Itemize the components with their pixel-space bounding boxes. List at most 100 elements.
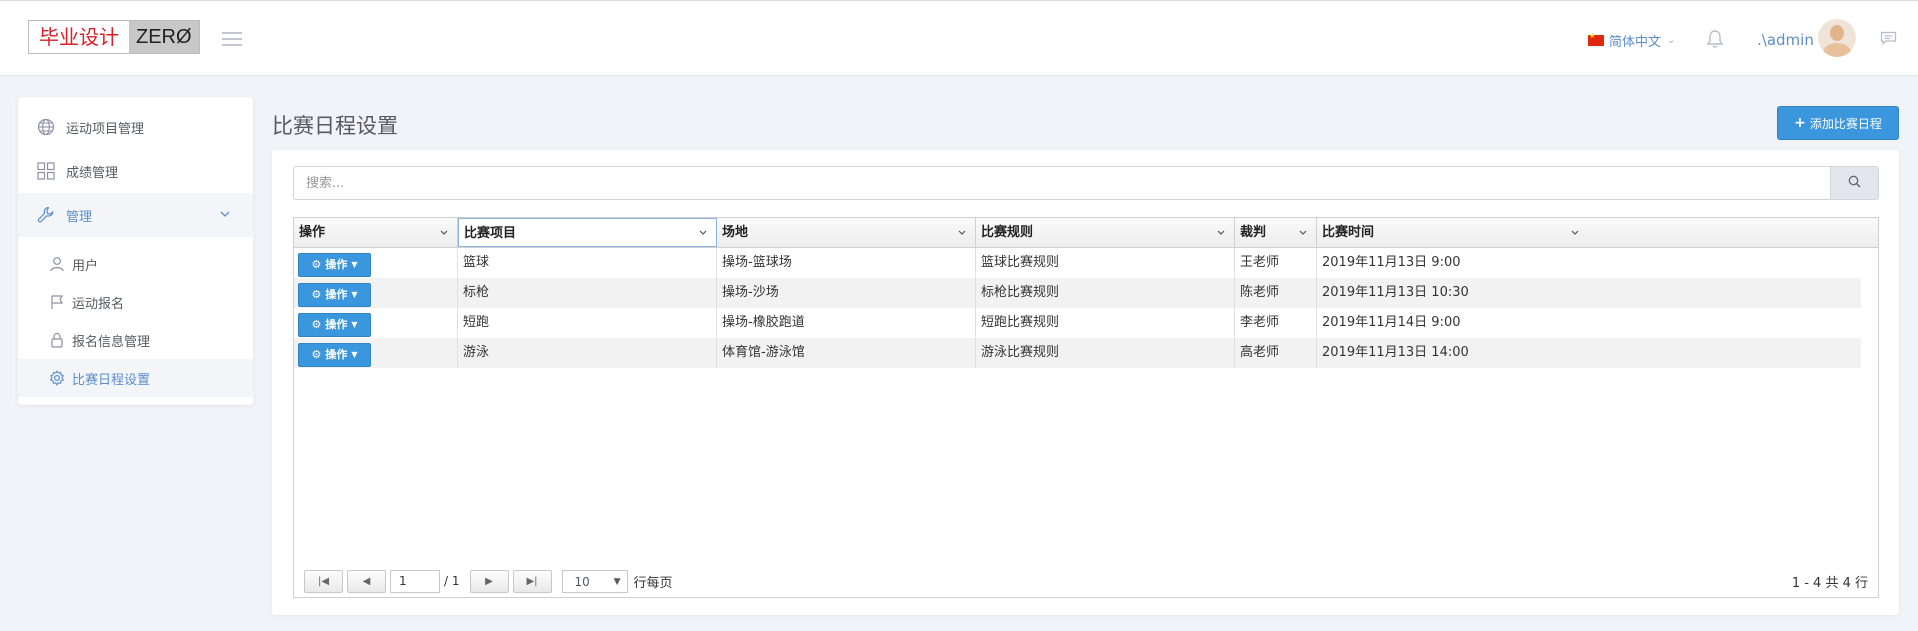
chat-icon[interactable] <box>1880 31 1897 45</box>
first-page-icon: |◀ <box>317 575 330 587</box>
gear-icon <box>48 369 66 387</box>
sidebar-subitem-label: 比赛日程设置 <box>72 372 151 388</box>
sidebar-subitem-label: 用户 <box>72 258 99 274</box>
cell-event: 篮球 <box>458 248 717 278</box>
column-header-rules[interactable]: 比赛规则 <box>976 218 1235 247</box>
logo-text-en: ZERØ <box>129 21 199 53</box>
search-bar <box>293 166 1879 200</box>
caret-down-icon: ▼ <box>351 320 358 329</box>
table-row: ⚙ 操作 ▼ 游泳 体育馆-游泳馆 游泳比赛规则 高老师 2019年11月13日 1… <box>294 338 1861 368</box>
cell-time: 2019年11月13日 14:00 <box>1322 345 1469 360</box>
sidebar-item-label: 成绩管理 <box>66 165 119 181</box>
prev-page-button[interactable]: ◀ <box>347 569 386 593</box>
sidebar-item-scores[interactable]: 成绩管理 <box>18 149 253 193</box>
sidebar-subitem-label: 报名信息管理 <box>72 334 151 350</box>
cell-time: 2019年11月13日 9:00 <box>1322 255 1461 270</box>
cell-rules: 标枪比赛规则 <box>976 278 1235 308</box>
cell-venue: 体育馆-游泳馆 <box>717 338 976 368</box>
record-summary: 1 - 4 共 4 行 <box>1791 576 1868 591</box>
last-page-button[interactable]: ▶| <box>512 569 552 593</box>
cell-time: 2019年11月13日 10:30 <box>1322 285 1469 300</box>
column-header-referee[interactable]: 裁判 <box>1235 218 1317 247</box>
cell-rules: 短跑比赛规则 <box>976 308 1235 338</box>
sidebar-subitem-registration[interactable]: 运动报名 <box>18 283 253 321</box>
search-button[interactable] <box>1830 166 1879 200</box>
caret-down-icon: ▼ <box>351 260 358 269</box>
sidebar-item-management[interactable]: 管理 <box>18 193 253 237</box>
cell-referee: 王老师 <box>1235 248 1317 278</box>
add-schedule-button[interactable]: + 添加比赛日程 <box>1777 106 1899 140</box>
gear-icon: ⚙ <box>311 288 322 301</box>
cell-venue: 操场-橡胶跑道 <box>717 308 976 338</box>
table-row: ⚙ 操作 ▼ 标枪 操场-沙场 标枪比赛规则 陈老师 2019年11月13日 10:… <box>294 278 1861 308</box>
first-page-button[interactable]: |◀ <box>304 569 343 593</box>
row-action-button[interactable]: ⚙ 操作 ▼ <box>298 313 371 337</box>
logo[interactable]: 毕业设计 ZERØ <box>28 20 200 54</box>
next-page-button[interactable]: ▶ <box>469 569 509 593</box>
caret-down-icon: ▼ <box>351 350 358 359</box>
table-row: ⚙ 操作 ▼ 篮球 操场-篮球场 篮球比赛规则 王老师 2019年11月13日 9:… <box>294 248 1861 278</box>
last-page-icon: ▶| <box>526 575 538 587</box>
cell-referee: 李老师 <box>1235 308 1317 338</box>
caret-down-icon: ▼ <box>351 290 358 299</box>
globe-icon <box>36 117 56 137</box>
lock-icon <box>48 331 66 349</box>
sidebar-subitem-label: 运动报名 <box>72 296 125 312</box>
per-page-label: 行每页 <box>633 575 673 591</box>
table-row: ⚙ 操作 ▼ 短跑 操场-橡胶跑道 短跑比赛规则 李老师 2019年11月14日 9… <box>294 308 1861 338</box>
page-size-select[interactable]: 10 ▼ <box>561 569 628 593</box>
avatar[interactable] <box>1818 19 1856 57</box>
menu-toggle-icon[interactable] <box>222 32 242 46</box>
language-selector[interactable]: 简体中文 ⌄ <box>1588 31 1675 50</box>
china-flag-icon <box>1588 32 1604 46</box>
next-page-icon: ▶ <box>485 575 493 587</box>
cell-event: 短跑 <box>458 308 717 338</box>
sidebar-subitem-schedule[interactable]: 比赛日程设置 <box>18 359 253 397</box>
prev-page-icon: ◀ <box>362 575 371 587</box>
cell-rules: 篮球比赛规则 <box>976 248 1235 278</box>
cell-time: 2019年11月14日 9:00 <box>1322 315 1461 330</box>
row-action-button[interactable]: ⚙ 操作 ▼ <box>298 253 371 277</box>
gear-icon: ⚙ <box>311 348 322 361</box>
gear-icon: ⚙ <box>311 318 322 331</box>
cell-venue: 操场-篮球场 <box>717 248 976 278</box>
row-action-button[interactable]: ⚙ 操作 ▼ <box>298 283 371 307</box>
caret-down-icon: ▼ <box>613 576 621 587</box>
bell-icon[interactable] <box>1706 29 1724 49</box>
content-panel: 操作 比赛项目 场地 比赛规则 裁判 比赛时间 <box>272 150 1899 615</box>
page-title: 比赛日程设置 <box>272 114 398 138</box>
search-input[interactable] <box>293 166 1830 200</box>
search-icon <box>1848 175 1861 192</box>
sidebar-item-label: 管理 <box>66 209 93 225</box>
row-action-button[interactable]: ⚙ 操作 ▼ <box>298 343 371 367</box>
gear-icon: ⚙ <box>311 258 322 271</box>
cell-referee: 高老师 <box>1235 338 1317 368</box>
page-number-input[interactable] <box>390 569 440 593</box>
column-header-venue[interactable]: 场地 <box>717 218 976 247</box>
username[interactable]: .\admin <box>1757 31 1814 49</box>
plus-icon: + <box>1794 115 1806 131</box>
top-bar: 毕业设计 ZERØ 简体中文 ⌄ .\admin <box>0 0 1918 76</box>
cell-rules: 游泳比赛规则 <box>976 338 1235 368</box>
sidebar-item-label: 运动项目管理 <box>66 121 145 137</box>
column-header-event[interactable]: 比赛项目 <box>458 218 717 247</box>
cell-referee: 陈老师 <box>1235 278 1317 308</box>
sidebar: 运动项目管理 成绩管理 管理 用户 运动报名 报名信息管理 比赛日程设置 <box>18 97 253 405</box>
sidebar-subitem-signup-info[interactable]: 报名信息管理 <box>18 321 253 359</box>
chevron-down-icon <box>219 208 231 224</box>
schedule-table: 操作 比赛项目 场地 比赛规则 裁判 比赛时间 ⚙ 操作 ▼ 篮球 操场-篮球场… <box>293 217 1879 598</box>
logo-text-cn: 毕业设计 <box>29 21 129 53</box>
wrench-icon <box>36 205 56 225</box>
cell-event: 标枪 <box>458 278 717 308</box>
cell-venue: 操场-沙场 <box>717 278 976 308</box>
user-icon <box>48 255 66 273</box>
table-header: 操作 比赛项目 场地 比赛规则 裁判 比赛时间 <box>294 218 1878 248</box>
cell-event: 游泳 <box>458 338 717 368</box>
column-header-actions[interactable]: 操作 <box>294 218 458 247</box>
add-schedule-label: 添加比赛日程 <box>1809 116 1882 131</box>
total-pages: / 1 <box>444 574 460 588</box>
sidebar-subitem-users[interactable]: 用户 <box>18 245 253 283</box>
grid-icon <box>36 161 56 181</box>
column-header-time[interactable]: 比赛时间 <box>1317 218 1588 247</box>
sidebar-item-sports[interactable]: 运动项目管理 <box>18 105 253 149</box>
